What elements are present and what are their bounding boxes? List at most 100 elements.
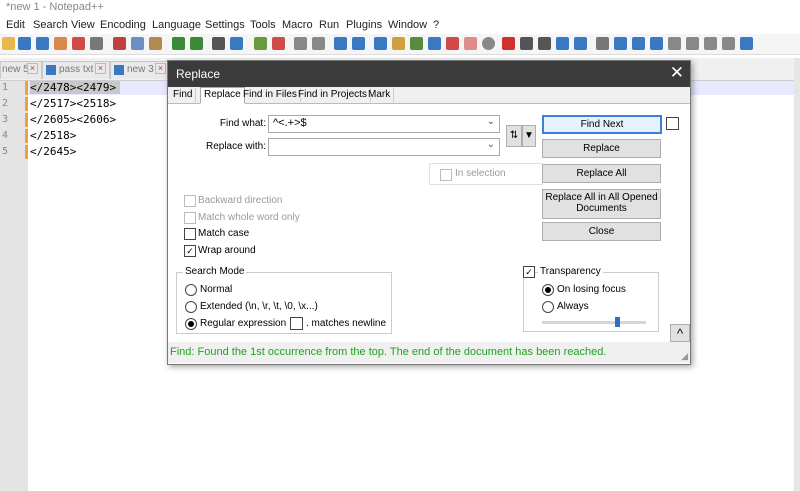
menu-search[interactable]: Search	[33, 19, 68, 31]
resize-grip-icon[interactable]: ◢	[681, 351, 688, 362]
tab-close-icon[interactable]: ×	[95, 63, 106, 74]
transparency-slider-thumb[interactable]	[614, 317, 620, 327]
extended-radio[interactable]	[185, 301, 197, 313]
print-icon[interactable]	[90, 37, 103, 50]
collapse-button[interactable]: ^	[670, 324, 690, 342]
close-icon[interactable]: ✕	[670, 63, 684, 83]
match-whole-word-checkbox[interactable]	[184, 212, 196, 224]
backward-direction-checkbox[interactable]	[184, 195, 196, 207]
menu-settings[interactable]: Settings	[205, 19, 245, 31]
plugin-icon-4[interactable]	[668, 37, 681, 50]
paste-icon[interactable]	[149, 37, 162, 50]
save-all-icon[interactable]	[54, 37, 67, 50]
wrap-around-checkbox[interactable]: ✓	[184, 245, 196, 257]
monitoring-icon[interactable]	[464, 37, 477, 50]
macro-play-multiple-icon[interactable]	[556, 37, 569, 50]
replace-with-label: Replace with:	[188, 141, 266, 152]
plugin-icon-6[interactable]	[704, 37, 717, 50]
always-radio[interactable]	[542, 301, 554, 313]
menu-macro[interactable]: Macro	[282, 19, 313, 31]
tab-close-icon[interactable]: ×	[27, 63, 38, 74]
replace-with-combobox[interactable]: ⌄	[268, 138, 500, 156]
tab-new-3[interactable]: new 3 ×	[110, 61, 170, 79]
swap-find-replace-button[interactable]: ⇅	[506, 125, 522, 147]
tab-mark[interactable]: Mark	[365, 88, 395, 102]
transparency-slider-track[interactable]	[542, 321, 646, 324]
chevron-down-icon[interactable]: ⌄	[487, 116, 495, 127]
swap-options-dropdown[interactable]: ▼	[522, 125, 536, 147]
user-language-icon[interactable]	[392, 37, 405, 50]
matches-newline-label: . matches newline	[306, 318, 387, 329]
chevron-down-icon[interactable]: ⌄	[487, 139, 495, 150]
menu-encoding[interactable]: Encoding	[100, 19, 146, 31]
macro-save-icon[interactable]	[574, 37, 587, 50]
window-title-bar: *new 1 - Notepad++	[0, 0, 800, 16]
normal-radio[interactable]	[185, 284, 197, 296]
matches-newline-checkbox[interactable]	[290, 317, 303, 330]
tab-find-in-files[interactable]: Find in Files	[240, 88, 301, 102]
menu-help[interactable]: ?	[433, 19, 439, 31]
plugin-icon-7[interactable]	[722, 37, 735, 50]
show-all-characters-icon[interactable]	[352, 37, 365, 50]
replace-icon[interactable]	[230, 37, 243, 50]
function-list-icon[interactable]	[428, 37, 441, 50]
transparency-checkbox[interactable]: ✓	[523, 266, 535, 278]
replace-button[interactable]: Replace	[542, 139, 661, 158]
on-losing-focus-radio[interactable]	[542, 284, 554, 296]
menu-tools[interactable]: Tools	[250, 19, 276, 31]
dialog-title-bar[interactable]: Replace ✕	[168, 61, 690, 87]
new-file-icon[interactable]	[2, 37, 15, 50]
open-file-icon[interactable]	[18, 37, 31, 50]
plugin-icon-5[interactable]	[686, 37, 699, 50]
tab-find-in-projects[interactable]: Find in Projects	[295, 88, 371, 102]
tab-find[interactable]: Find	[170, 88, 197, 102]
menu-view[interactable]: View	[71, 19, 95, 31]
macro-stop-icon[interactable]	[520, 37, 533, 50]
plugin-icon-1[interactable]	[614, 37, 627, 50]
find-next-button[interactable]: Find Next	[542, 115, 662, 134]
zoom-in-icon[interactable]	[254, 37, 267, 50]
menu-run[interactable]: Run	[319, 19, 339, 31]
indent-guide-icon[interactable]	[374, 37, 387, 50]
undo-icon[interactable]	[172, 37, 185, 50]
copy-icon[interactable]	[131, 37, 144, 50]
in-selection-group: In selection	[429, 163, 543, 185]
swap-icon: ⇅	[509, 130, 519, 141]
tab-label: new 5	[2, 64, 29, 75]
document-map-icon[interactable]	[410, 37, 423, 50]
vertical-scrollbar[interactable]	[794, 58, 800, 491]
plugin-icon-3[interactable]	[650, 37, 663, 50]
sync-vertical-icon[interactable]	[294, 37, 307, 50]
menu-window[interactable]: Window	[388, 19, 427, 31]
regular-expression-radio[interactable]	[185, 318, 197, 330]
macro-record-icon[interactable]	[502, 37, 515, 50]
redo-icon[interactable]	[190, 37, 203, 50]
find-icon[interactable]	[212, 37, 225, 50]
replace-all-button[interactable]: Replace All	[542, 164, 661, 183]
plugin-icon-2[interactable]	[632, 37, 645, 50]
close-button[interactable]: Close	[542, 222, 661, 241]
cut-icon[interactable]	[113, 37, 126, 50]
macro-play-icon[interactable]	[538, 37, 551, 50]
find-what-combobox[interactable]: ^<.+>$ ⌄	[268, 115, 500, 133]
menu-plugins[interactable]: Plugins	[346, 19, 382, 31]
close-file-icon[interactable]	[72, 37, 85, 50]
sync-horizontal-icon[interactable]	[312, 37, 325, 50]
replace-all-in-opened-documents-button[interactable]: Replace All in All Opened Documents	[542, 189, 661, 219]
word-wrap-icon[interactable]	[334, 37, 347, 50]
tab-pass-txt[interactable]: pass txt ×	[42, 61, 110, 79]
menu-edit[interactable]: Edit	[6, 19, 25, 31]
tab-replace[interactable]: Replace	[200, 87, 245, 104]
record-icon[interactable]	[482, 37, 495, 50]
match-case-checkbox[interactable]	[184, 228, 196, 240]
menu-language[interactable]: Language	[152, 19, 201, 31]
tab-close-icon[interactable]: ×	[155, 63, 166, 74]
tab-new-5[interactable]: new 5 ×	[0, 61, 42, 79]
in-selection-checkbox[interactable]	[440, 169, 452, 181]
folder-workspace-icon[interactable]	[446, 37, 459, 50]
bold-icon[interactable]	[596, 37, 609, 50]
find-next-option-checkbox[interactable]	[666, 117, 679, 130]
save-icon[interactable]	[36, 37, 49, 50]
plugin-icon-8[interactable]	[740, 37, 753, 50]
zoom-out-icon[interactable]	[272, 37, 285, 50]
